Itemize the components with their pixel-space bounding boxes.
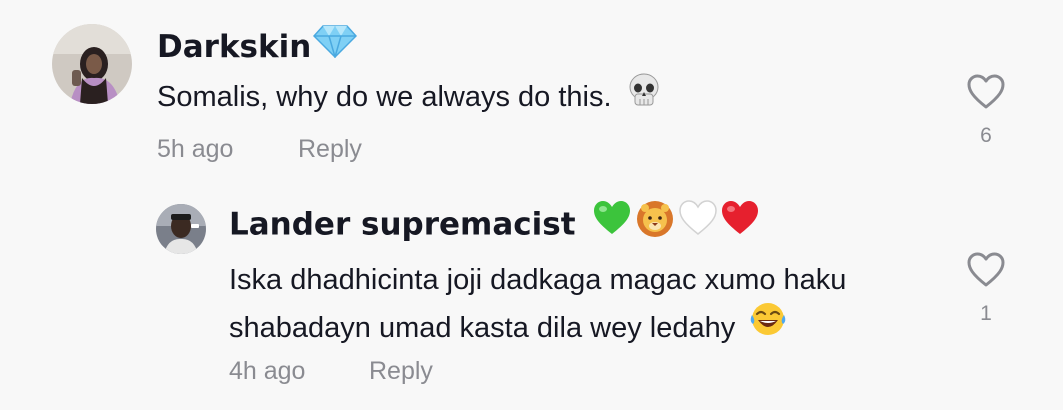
comment-text: Iska dhadhicinta joji dadkaga magac xumo… (229, 256, 846, 352)
lion-icon (634, 198, 676, 248)
green-heart-icon (592, 199, 632, 247)
heart-icon (967, 252, 1005, 287)
comment-item: Darkskin Somalis, why do we always do th… (0, 0, 1063, 190)
gem-icon (313, 24, 358, 68)
like-button[interactable]: 6 (962, 74, 1010, 148)
red-heart-icon (720, 199, 760, 247)
avatar[interactable] (52, 24, 132, 104)
avatar[interactable] (156, 204, 206, 254)
username[interactable]: Lander supremacist (229, 200, 760, 248)
comment-text: Somalis, why do we always do this. (157, 73, 662, 118)
timestamp: 5h ago (157, 135, 234, 163)
skull-icon (626, 72, 662, 118)
reply-comment-item: Lander supremacist Iska dhadhicinta joji… (0, 190, 1063, 410)
username[interactable]: Darkskin (157, 24, 358, 68)
heart-icon (967, 74, 1005, 109)
like-button[interactable]: 1 (962, 252, 1010, 326)
timestamp: 4h ago (229, 357, 306, 385)
like-count: 1 (980, 302, 992, 325)
reply-button[interactable]: Reply (369, 355, 433, 387)
white-heart-icon (678, 199, 718, 247)
reply-button[interactable]: Reply (298, 133, 362, 165)
like-count: 6 (980, 124, 992, 147)
laughing-tears-icon (749, 301, 787, 352)
